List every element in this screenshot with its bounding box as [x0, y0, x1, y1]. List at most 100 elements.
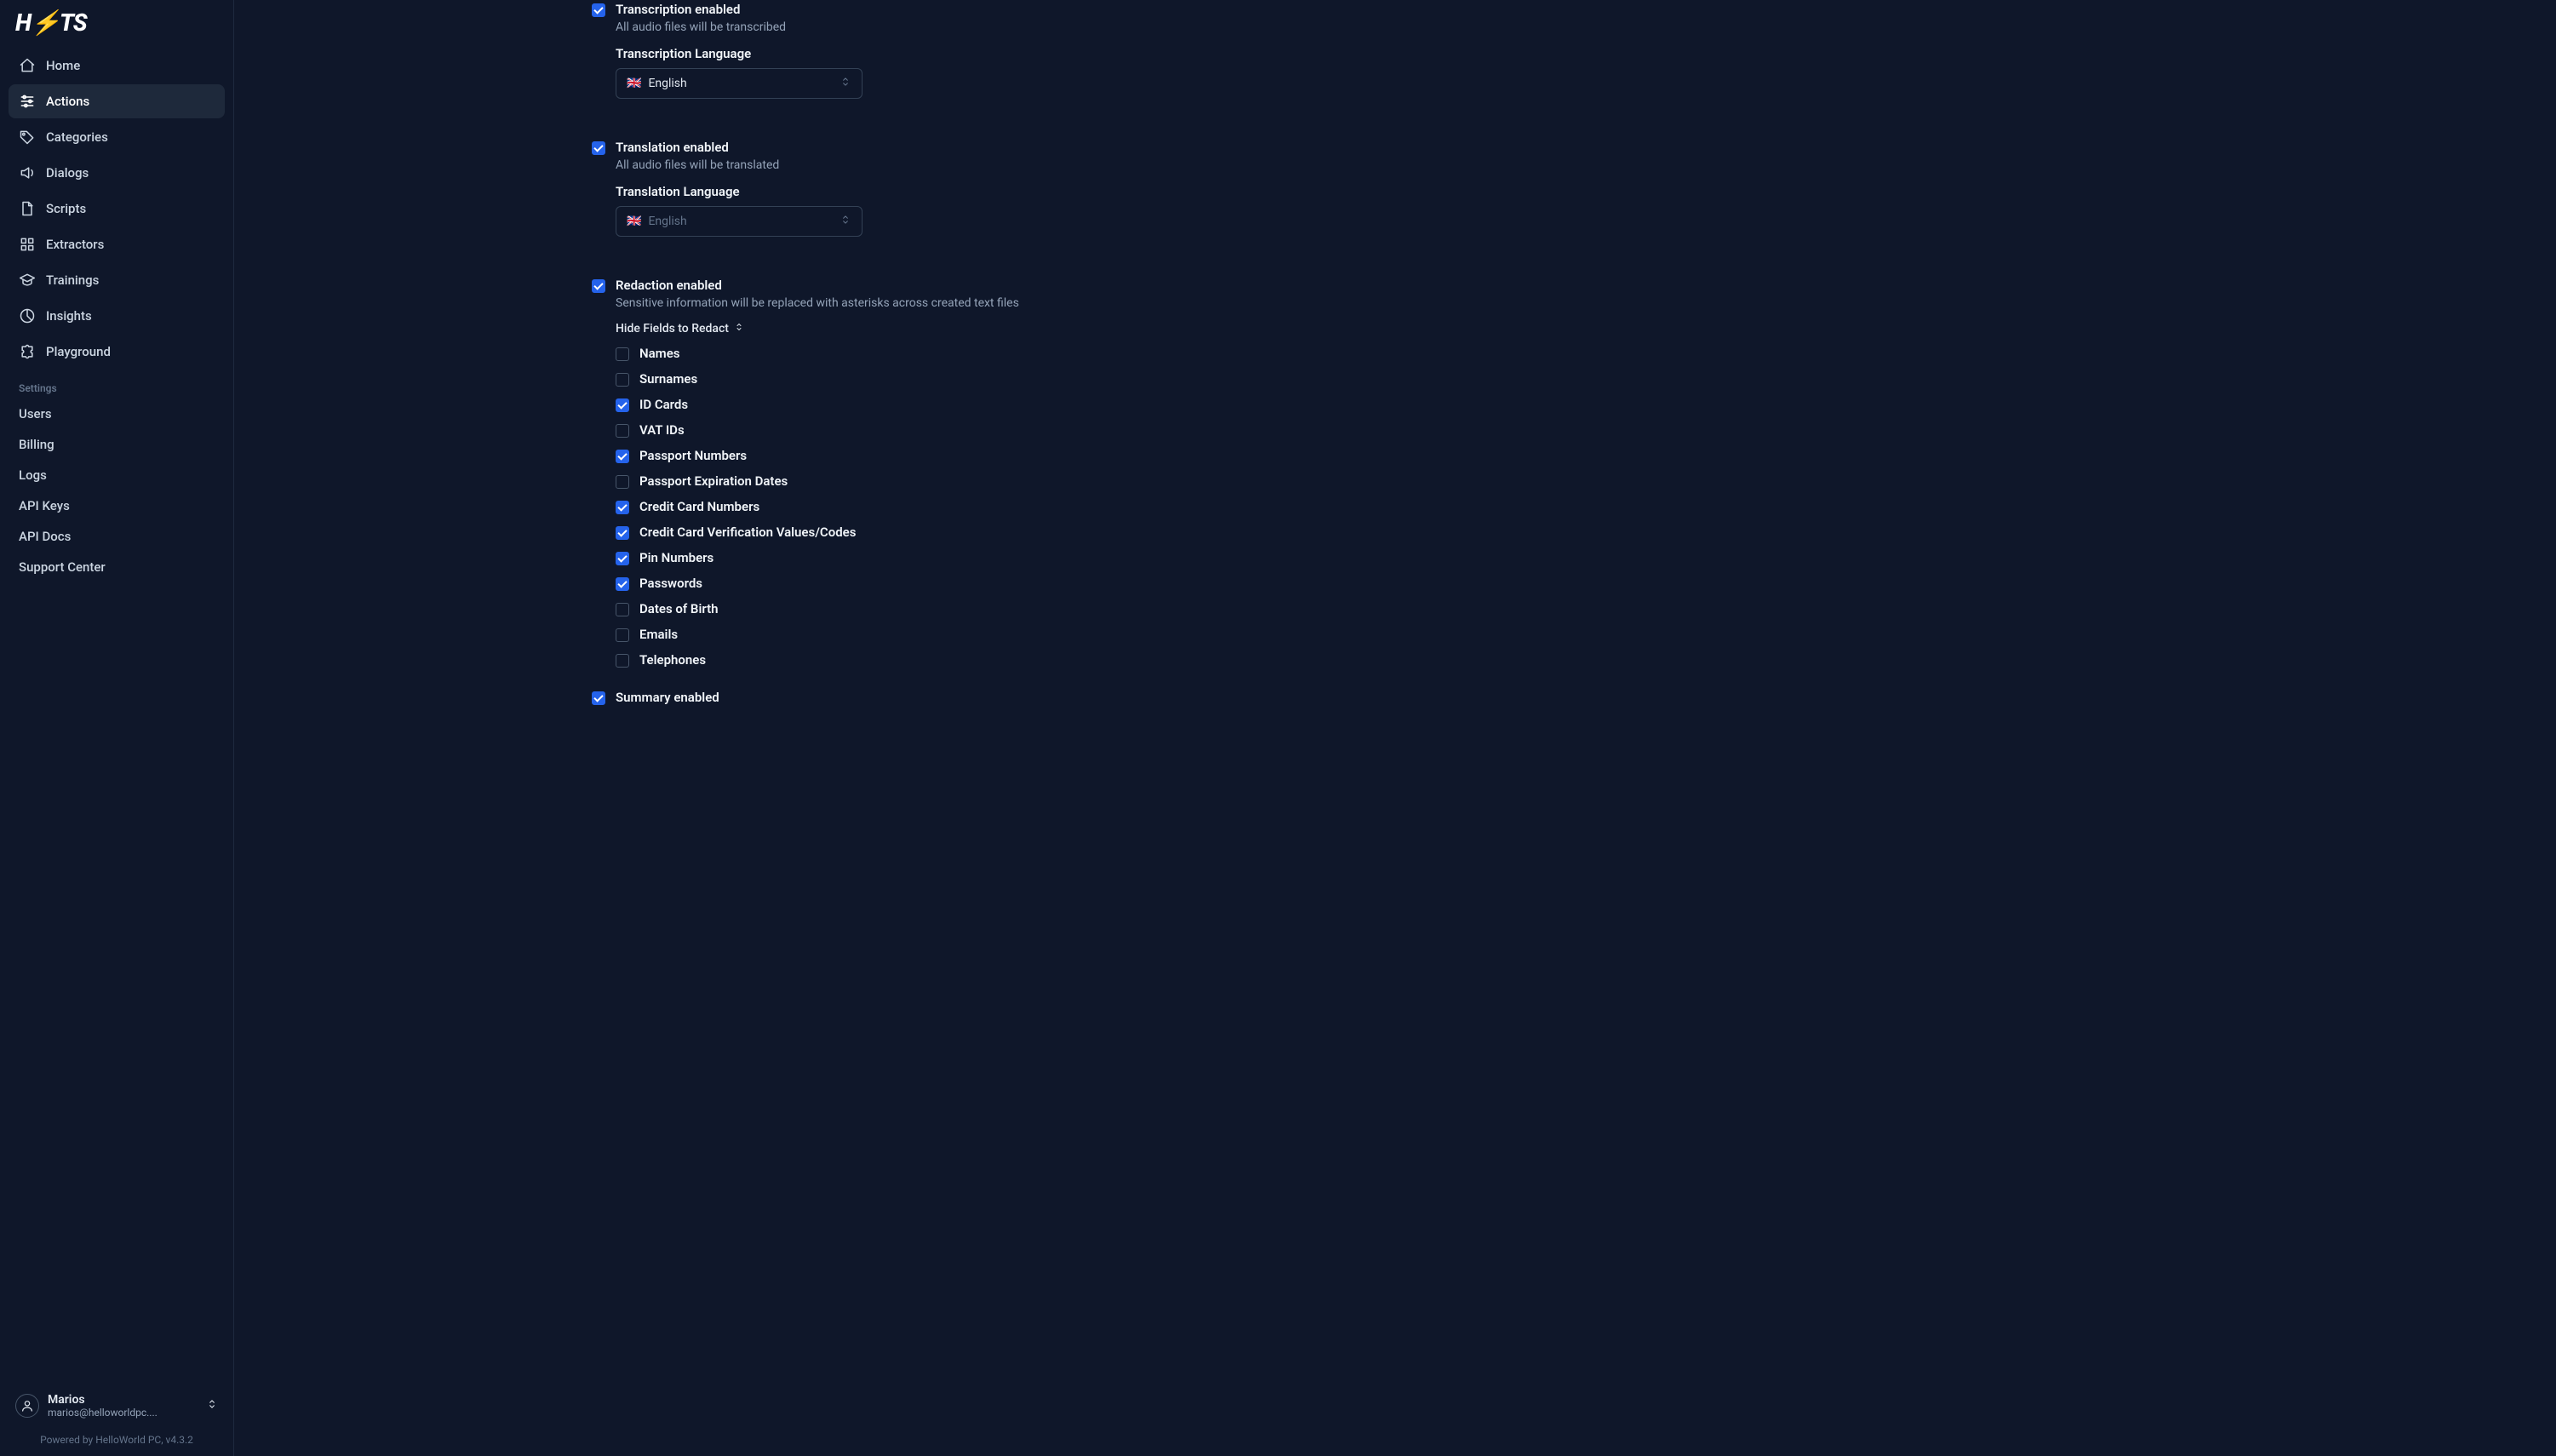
redact-label: ID Cards [639, 397, 688, 412]
redact-label: Passport Numbers [639, 448, 747, 463]
redact-label: Surnames [639, 371, 697, 387]
redact-checkbox[interactable] [616, 373, 629, 387]
sidebar-item-extractors[interactable]: Extractors [9, 227, 225, 261]
account-text: Marios marios@helloworldpc.... [48, 1393, 198, 1419]
sidebar-item-label: Trainings [46, 272, 99, 288]
redact-checkbox[interactable] [616, 552, 629, 565]
chevron-sort-icon [206, 1398, 218, 1413]
redact-label: VAT IDs [639, 422, 685, 438]
sidebar-item-users[interactable]: Users [9, 399, 225, 428]
account-email: marios@helloworldpc.... [48, 1407, 198, 1419]
transcription-lang-label: Transcription Language [616, 46, 1409, 61]
redaction-sub: Sensitive information will be replaced w… [616, 296, 1409, 310]
sidebar-item-label: Scripts [46, 201, 86, 216]
redact-checkbox[interactable] [616, 628, 629, 642]
graduation-icon [19, 272, 36, 289]
chevron-sort-icon [840, 214, 851, 229]
chevron-sort-icon [734, 322, 744, 335]
redact-item: VAT IDs [616, 422, 1409, 438]
sidebar-item-scripts[interactable]: Scripts [9, 192, 225, 226]
sidebar-item-trainings[interactable]: Trainings [9, 263, 225, 297]
translation-lang-select[interactable]: 🇬🇧 English [616, 206, 863, 237]
redact-item: Names [616, 346, 1409, 361]
tag-icon [19, 129, 36, 146]
sidebar-item-actions[interactable]: Actions [9, 84, 225, 118]
redact-label: Emails [639, 627, 678, 642]
hide-fields-toggle[interactable]: Hide Fields to Redact [616, 322, 744, 335]
sidebar-item-insights[interactable]: Insights [9, 299, 225, 333]
redact-item: Passport Expiration Dates [616, 473, 1409, 489]
app-logo: H⚡TS [15, 9, 218, 37]
redact-item: ID Cards [616, 397, 1409, 412]
redact-checkbox[interactable] [616, 501, 629, 514]
redact-item: Emails [616, 627, 1409, 642]
redact-checkbox[interactable] [616, 450, 629, 463]
sidebar-item-dialogs[interactable]: Dialogs [9, 156, 225, 190]
sidebar-item-billing[interactable]: Billing [9, 430, 225, 459]
account-menu[interactable]: Marios marios@helloworldpc.... [9, 1384, 225, 1427]
redact-checkbox[interactable] [616, 475, 629, 489]
sidebar-item-label: Insights [46, 308, 92, 324]
redact-item: Credit Card Numbers [616, 499, 1409, 514]
redact-item: Telephones [616, 652, 1409, 668]
translation-lang-value: English [648, 215, 686, 228]
redact-checkbox[interactable] [616, 526, 629, 540]
summary-row: Summary enabled [592, 690, 1409, 705]
redact-field-list: Names Surnames ID Cards VAT IDs Passport Num… [616, 346, 1409, 668]
sidebar-item-label: Categories [46, 129, 108, 145]
sidebar-item-home[interactable]: Home [9, 49, 225, 83]
grid-icon [19, 236, 36, 253]
sidebar-settings-list: UsersBillingLogsAPI KeysAPI DocsSupport … [9, 399, 225, 582]
logo-wrap: H⚡TS [9, 9, 225, 43]
sidebar-item-categories[interactable]: Categories [9, 120, 225, 154]
puzzle-icon [19, 343, 36, 360]
sidebar-item-logs[interactable]: Logs [9, 461, 225, 490]
hide-fields-label: Hide Fields to Redact [616, 322, 729, 335]
redact-label: Names [639, 346, 679, 361]
sidebar-settings-title: Settings [9, 369, 225, 399]
sidebar-item-label: Playground [46, 344, 111, 359]
sidebar-item-api-keys[interactable]: API Keys [9, 491, 225, 520]
redact-checkbox[interactable] [616, 577, 629, 591]
flag-icon: 🇬🇧 [627, 215, 641, 228]
redact-label: Credit Card Verification Values/Codes [639, 525, 856, 540]
home-icon [19, 57, 36, 74]
sidebar-item-label: Extractors [46, 237, 104, 252]
redaction-row: Redaction enabled [592, 278, 1409, 293]
redact-item: Surnames [616, 371, 1409, 387]
sidebar-main-list: Home Actions Categories Dialogs Scripts Extra… [9, 49, 225, 369]
account-name: Marios [48, 1393, 198, 1407]
flag-icon: 🇬🇧 [627, 77, 641, 90]
redact-item: Credit Card Verification Values/Codes [616, 525, 1409, 540]
redact-label: Passwords [639, 576, 702, 591]
sidebar-item-label: Actions [46, 94, 89, 109]
redact-label: Dates of Birth [639, 601, 719, 616]
sidebar-item-label: Home [46, 58, 80, 73]
transcription-sub: All audio files will be transcribed [616, 20, 1409, 34]
speaker-icon [19, 164, 36, 181]
redact-checkbox[interactable] [616, 347, 629, 361]
sliders-icon [19, 93, 36, 110]
transcription-checkbox[interactable] [592, 3, 605, 17]
sidebar-item-support-center[interactable]: Support Center [9, 553, 225, 582]
redact-checkbox[interactable] [616, 424, 629, 438]
sidebar-item-label: Dialogs [46, 165, 89, 181]
translation-checkbox[interactable] [592, 141, 605, 155]
translation-lang-label: Translation Language [616, 184, 1409, 199]
sidebar-item-playground[interactable]: Playground [9, 335, 225, 369]
summary-label: Summary enabled [616, 690, 719, 705]
redact-item: Passwords [616, 576, 1409, 591]
avatar-icon [15, 1394, 39, 1418]
transcription-lang-select[interactable]: 🇬🇧 English [616, 68, 863, 99]
redact-checkbox[interactable] [616, 603, 629, 616]
redaction-checkbox[interactable] [592, 279, 605, 293]
main-content: Transcription enabled All audio files wi… [234, 0, 2556, 1456]
redact-item: Passport Numbers [616, 448, 1409, 463]
redact-checkbox[interactable] [616, 398, 629, 412]
redact-item: Pin Numbers [616, 550, 1409, 565]
redact-item: Dates of Birth [616, 601, 1409, 616]
sidebar-item-api-docs[interactable]: API Docs [9, 522, 225, 551]
translation-sub: All audio files will be translated [616, 158, 1409, 172]
summary-checkbox[interactable] [592, 691, 605, 705]
redact-checkbox[interactable] [616, 654, 629, 668]
